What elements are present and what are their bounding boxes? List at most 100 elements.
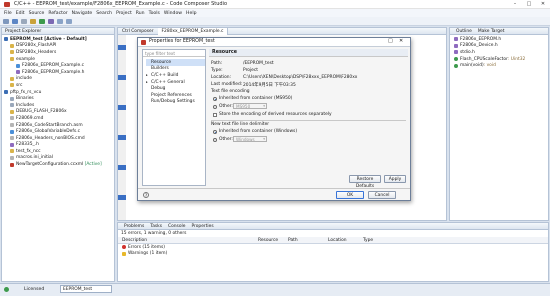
tree-item[interactable]: F2806x_GlobalVariableDefs.c	[4, 128, 114, 135]
build-icon[interactable]	[30, 18, 36, 24]
tree-item[interactable]: EEPROM_test [Active - Default]	[4, 36, 114, 43]
tree-item[interactable]: F2806x_CodeStartBranch.asm	[4, 122, 114, 129]
debug-icon[interactable]	[39, 18, 45, 24]
tab-problems[interactable]: Problems	[121, 224, 147, 229]
project-tree: EEPROM_test [Active - Default] DSP280x_F…	[2, 35, 114, 168]
resource-page: Resource Path: /EEPROM_test Type: Projec…	[209, 49, 408, 189]
encoding-select[interactable]: MS950 ▾	[233, 103, 267, 109]
restore-defaults-button[interactable]: Restore Defaults	[349, 175, 381, 189]
tree-item[interactable]: F2806x_EEPROM_Example.h	[4, 69, 114, 76]
new-icon[interactable]	[3, 18, 9, 24]
nav-item-resource[interactable]: Resource	[146, 59, 205, 66]
menu-refactor[interactable]: Refactor	[48, 11, 67, 16]
menu-window[interactable]: Window	[164, 11, 182, 16]
c-file-icon	[16, 63, 20, 68]
dialog-title: Properties for EEPROM_test	[149, 39, 215, 44]
nav-item-project-references[interactable]: Project References	[146, 92, 205, 99]
tab-console[interactable]: Console	[165, 224, 188, 229]
tree-item[interactable]: macros.ini_initial	[4, 155, 114, 162]
tab-ctrl-composer[interactable]: Ctrl Composer	[118, 28, 158, 35]
folder-icon	[10, 109, 14, 114]
problems-row-warnings[interactable]: Warnings (1 item)	[118, 251, 548, 258]
nav-item-cpp-general[interactable]: ▸ C/C++ General	[146, 79, 205, 86]
menu-project[interactable]: Project	[116, 11, 132, 16]
tab-tasks[interactable]: Tasks	[147, 224, 165, 229]
inherit-delimiter-radio[interactable]	[213, 130, 217, 134]
tree-item[interactable]: example	[4, 56, 114, 63]
inherit-delimiter-label: Inherited from container (Windows)	[219, 129, 298, 134]
nav-item-builders[interactable]: Builders	[146, 66, 205, 73]
menu-run[interactable]: Run	[136, 11, 145, 16]
inherit-encoding-radio[interactable]	[213, 97, 217, 101]
tab-outline[interactable]: Outline	[453, 29, 475, 34]
tab-eeprom-example[interactable]: F280xx_EEPROM_Example.c	[157, 27, 229, 35]
apply-button[interactable]: Apply	[384, 175, 406, 183]
problems-summary: 15 errors, 1 warning, 0 others	[121, 231, 187, 236]
status-project[interactable]: EEPROM_test	[60, 285, 112, 293]
menu-file[interactable]: File	[4, 11, 12, 16]
license-icon	[4, 287, 9, 292]
dialog-close-icon[interactable]: ✕	[399, 38, 403, 44]
menu-bar: File Edit Source Refactor Navigate Searc…	[0, 9, 550, 17]
menu-edit[interactable]: Edit	[16, 11, 25, 16]
back-icon[interactable]	[57, 18, 63, 24]
menu-navigate[interactable]: Navigate	[72, 11, 93, 16]
tree-item[interactable]: F28335_.h	[4, 142, 114, 149]
col-description[interactable]: Description	[122, 238, 147, 243]
dialog-title-bar: Properties for EEPROM_test □ ✕	[138, 38, 410, 47]
outline-item[interactable]: F2806x_EEPROM.h	[454, 36, 548, 43]
outline-item[interactable]: F2806x_Device.h	[454, 43, 548, 50]
store-encoding-checkbox[interactable]	[213, 113, 217, 117]
filter-input[interactable]: type filter text	[143, 50, 205, 57]
dialog-maximize-icon[interactable]: □	[388, 38, 393, 44]
search-icon[interactable]	[48, 18, 54, 24]
tree-item[interactable]: Binaries	[4, 95, 114, 102]
delimiter-select[interactable]: Windows ▾	[233, 136, 267, 142]
type-value: Project	[243, 68, 259, 73]
tree-item[interactable]: include	[4, 76, 114, 83]
print-icon[interactable]	[21, 18, 27, 24]
tab-properties[interactable]: Properties	[188, 224, 216, 229]
help-icon[interactable]: ?	[143, 192, 149, 198]
outline-item[interactable]: stdio.h	[454, 49, 548, 56]
menu-tools[interactable]: Tools	[149, 11, 160, 16]
tree-item[interactable]: Includes	[4, 102, 114, 109]
maximize-icon[interactable]: □	[522, 0, 536, 8]
col-resource[interactable]: Resource	[258, 238, 278, 243]
outline-item[interactable]: main(void): void	[454, 62, 548, 69]
col-path[interactable]: Path	[288, 238, 298, 243]
minimize-icon[interactable]: –	[508, 0, 522, 8]
menu-help[interactable]: Help	[186, 11, 196, 16]
col-location[interactable]: Location	[328, 238, 347, 243]
tree-item[interactable]: F28069.cmd	[4, 115, 114, 122]
cancel-button[interactable]: Cancel	[368, 191, 396, 199]
close-icon[interactable]: ✕	[536, 0, 550, 8]
tree-item[interactable]: F2806x_Headers_nonBIOS.cmd	[4, 135, 114, 142]
outline-item[interactable]: Flash_CPUScaleFactor: Uint32	[454, 56, 548, 63]
tree-item[interactable]: pftp_fx_rs_vcu	[4, 89, 114, 96]
nav-item-cpp-build[interactable]: ▸ C/C++ Build	[146, 72, 205, 79]
menu-source[interactable]: Source	[29, 11, 45, 16]
nav-item-run-debug-settings[interactable]: Run/Debug Settings	[146, 99, 205, 106]
col-type[interactable]: Type	[363, 238, 373, 243]
line-marker	[118, 45, 126, 50]
tab-make-target[interactable]: Make Target	[475, 29, 508, 34]
other-encoding-radio[interactable]	[213, 105, 217, 109]
tree-item[interactable]: NewTargetConfiguration.ccxml [Active]	[4, 161, 114, 168]
tree-item[interactable]: DSP280x_FlashAPI	[4, 43, 114, 50]
h-file-icon	[16, 70, 20, 75]
tree-item[interactable]: DEBUG_FLASH_F2806x	[4, 109, 114, 116]
folder-icon	[10, 57, 14, 62]
tree-item[interactable]: DSP280x_Headers	[4, 49, 114, 56]
other-delimiter-radio[interactable]	[213, 138, 217, 142]
status-bar: Licensed EEPROM_test	[0, 283, 550, 296]
tree-item[interactable]: src	[4, 82, 114, 89]
nav-item-debug[interactable]: Debug	[146, 85, 205, 92]
tree-item[interactable]: F2806x_EEPROM_Example.c	[4, 62, 114, 69]
problems-row-errors[interactable]: Errors (15 items)	[118, 244, 548, 251]
save-icon[interactable]	[12, 18, 18, 24]
tree-item[interactable]: test_fx_ncc	[4, 148, 114, 155]
ok-button[interactable]: OK	[336, 191, 364, 199]
forward-icon[interactable]	[66, 18, 72, 24]
menu-search[interactable]: Search	[96, 11, 112, 16]
